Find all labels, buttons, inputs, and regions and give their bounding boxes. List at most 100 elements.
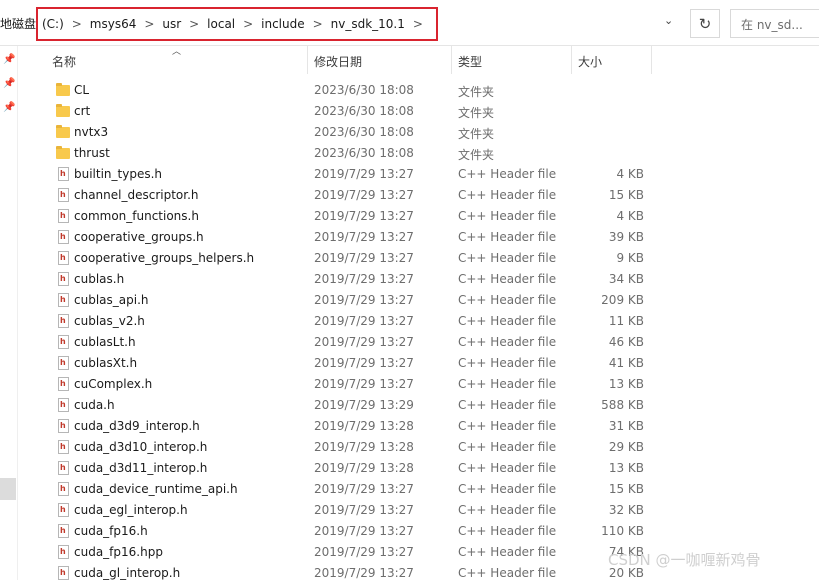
file-name: cooperative_groups_helpers.h [74,251,255,265]
file-size: 46 KB [608,335,644,349]
file-date: 2019/7/29 13:27 [314,293,414,307]
file-row[interactable]: h cuda.h 2019/7/29 13:29 C++ Header file 588… [32,395,672,416]
pin-icon: 📌 [3,54,16,65]
file-row[interactable]: h cublas_v2.h 2019/7/29 13:27 C++ Header fi… [32,311,672,332]
file-date: 2019/7/29 13:28 [314,419,414,433]
file-row[interactable]: h channel_descriptor.h 2019/7/29 13:27 C++ … [32,185,672,206]
file-type: C++ Header file [458,398,557,412]
file-row[interactable]: h cuda_egl_interop.h 2019/7/29 13:27 C++ He… [32,500,672,521]
file-size: 13 KB [608,461,644,475]
file-name: cuda_d3d9_interop.h [74,419,200,433]
column-type[interactable]: 类型 [452,46,572,74]
file-date: 2019/7/29 13:27 [314,566,414,580]
file-type: 文件夹 [458,127,495,141]
header-file-icon: h [58,335,69,349]
file-size: 588 KB [601,398,644,412]
file-name: cublas.h [74,272,125,286]
address-highlight-box [36,7,438,41]
file-date: 2019/7/29 13:27 [314,230,414,244]
navigation-scrollbar[interactable] [0,478,16,500]
file-name: cublas_v2.h [74,314,145,328]
file-size: 15 KB [608,482,644,496]
file-row[interactable]: h cooperative_groups_helpers.h 2019/7/29 1… [32,248,672,269]
file-row[interactable]: h cuda_d3d11_interop.h 2019/7/29 13:28 C++ … [32,458,672,479]
file-row[interactable]: h cuda_fp16.hpp 2019/7/29 13:27 C++ Header … [32,542,672,563]
file-date: 2023/6/30 18:08 [314,83,414,97]
file-row[interactable]: h cublasLt.h 2019/7/29 13:27 C++ Header fil… [32,332,672,353]
search-input[interactable]: 在 nv_sd... [730,9,819,38]
file-name: cuda_d3d10_interop.h [74,440,208,454]
file-date: 2019/7/29 13:27 [314,524,414,538]
header-file-icon: h [58,461,69,475]
address-bar-row: 地磁盘 (C:) > msys64 > usr > local > includ… [0,0,819,46]
column-size[interactable]: 大小 [572,46,652,74]
header-file-icon: h [58,566,69,580]
pane-divider[interactable] [17,46,18,580]
file-name: channel_descriptor.h [74,188,199,202]
file-row[interactable]: h cublas_api.h 2019/7/29 13:27 C++ Header f… [32,290,672,311]
file-type: 文件夹 [458,148,495,162]
address-prefix: 地磁盘 [0,17,37,31]
refresh-icon: ↻ [698,14,712,33]
file-row[interactable]: h cuComplex.h 2019/7/29 13:27 C++ Header fi… [32,374,672,395]
file-row[interactable]: nvtx3 2023/6/30 18:08 文件夹 [32,122,672,143]
file-row[interactable]: CL 2023/6/30 18:08 文件夹 [32,80,672,101]
file-row[interactable]: h cooperative_groups.h 2019/7/29 13:27 C++ … [32,227,672,248]
file-row[interactable]: h cuda_d3d9_interop.h 2019/7/29 13:28 C++ H… [32,416,672,437]
file-name: cuComplex.h [74,377,153,391]
file-size: 39 KB [608,230,644,244]
header-file-icon: h [58,293,69,307]
file-name: cublasXt.h [74,356,138,370]
file-name: cublasLt.h [74,335,136,349]
file-date: 2023/6/30 18:08 [314,125,414,139]
header-file-icon: h [58,545,69,559]
file-row[interactable]: h builtin_types.h 2019/7/29 13:27 C++ Heade… [32,164,672,185]
file-name: CL [74,83,90,97]
header-file-icon: h [58,524,69,538]
column-date[interactable]: 修改日期 [308,46,452,74]
header-file-icon: h [58,356,69,370]
address-dropdown-icon[interactable]: ⌄ [664,14,673,27]
file-row[interactable]: h cublasXt.h 2019/7/29 13:27 C++ Header fil… [32,353,672,374]
file-date: 2023/6/30 18:08 [314,146,414,160]
file-type: C++ Header file [458,377,557,391]
file-row[interactable]: h cuda_fp16.h 2019/7/29 13:27 C++ Header fi… [32,521,672,542]
file-row[interactable]: h cuda_device_runtime_api.h 2019/7/29 13:2… [32,479,672,500]
file-row[interactable]: crt 2023/6/30 18:08 文件夹 [32,101,672,122]
header-file-icon: h [58,377,69,391]
file-type: C++ Header file [458,335,557,349]
file-row[interactable]: h cuda_gl_interop.h 2019/7/29 13:27 C++ Hea… [32,563,672,580]
header-file-icon: h [58,419,69,433]
file-row[interactable]: h cublas.h 2019/7/29 13:27 C++ Header file 3… [32,269,672,290]
file-size: 34 KB [608,272,644,286]
file-name: cooperative_groups.h [74,230,204,244]
file-size: 32 KB [608,503,644,517]
file-date: 2019/7/29 13:27 [314,272,414,286]
file-date: 2019/7/29 13:27 [314,209,414,223]
file-type: C++ Header file [458,230,557,244]
file-date: 2019/7/29 13:28 [314,461,414,475]
file-type: C++ Header file [458,440,557,454]
file-type: C++ Header file [458,524,557,538]
file-row[interactable]: h common_functions.h 2019/7/29 13:27 C++ He… [32,206,672,227]
header-file-icon: h [58,440,69,454]
file-type: C++ Header file [458,503,557,517]
address-field[interactable] [438,10,690,38]
header-file-icon: h [58,482,69,496]
header-file-icon: h [58,398,69,412]
file-name: cuda.h [74,398,115,412]
file-row[interactable]: thrust 2023/6/30 18:08 文件夹 [32,143,672,164]
file-type: C++ Header file [458,356,557,370]
file-size: 209 KB [601,293,644,307]
file-name: cuda_egl_interop.h [74,503,188,517]
refresh-button[interactable]: ↻ [690,9,720,38]
file-row[interactable]: h cuda_d3d10_interop.h 2019/7/29 13:28 C++ … [32,437,672,458]
header-file-icon: h [58,503,69,517]
file-size: 11 KB [608,314,644,328]
file-name: cuda_fp16.h [74,524,148,538]
file-name: nvtx3 [74,125,109,139]
folder-icon [56,146,70,159]
file-name: thrust [74,146,110,160]
column-name[interactable]: 名称 [32,46,308,74]
file-name: builtin_types.h [74,167,163,181]
